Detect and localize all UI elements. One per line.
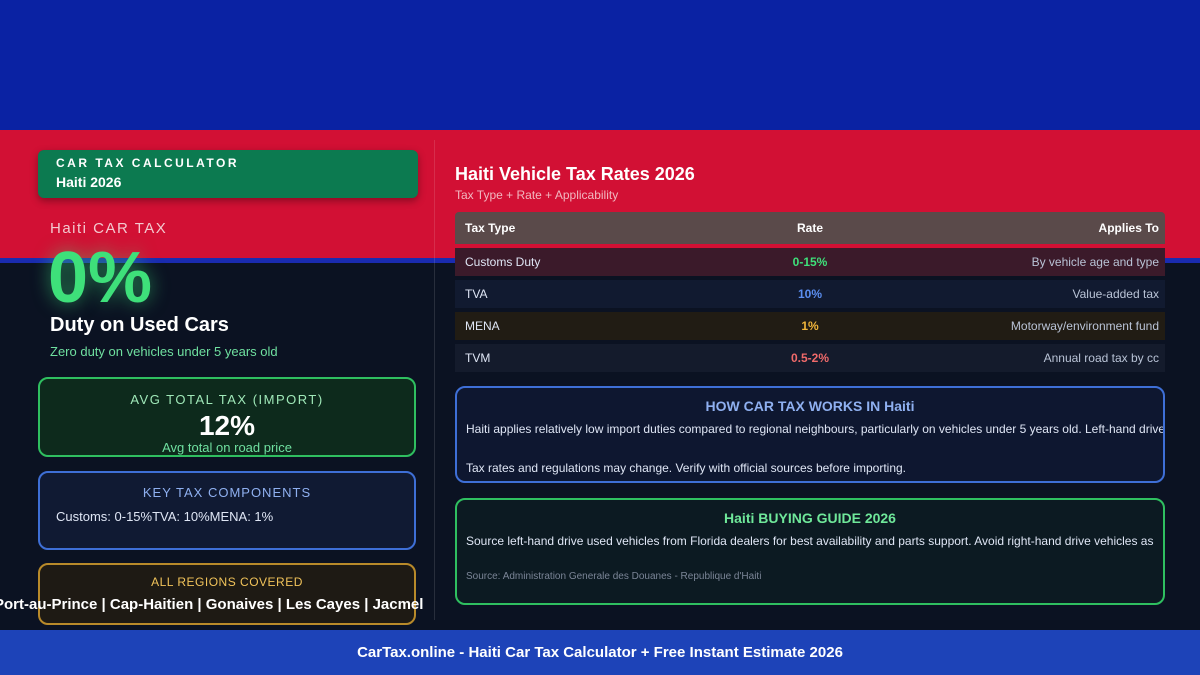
avg-tax-card: AVG TOTAL TAX (IMPORT) 12% Avg total on … [38, 377, 416, 457]
cell-rate: 10% [797, 287, 823, 301]
hero-subline: Zero duty on vehicles under 5 years old [50, 344, 278, 359]
cell-tax-type: MENA [465, 319, 500, 333]
cell-rate: 0-15% [792, 255, 828, 269]
header-rate: Rate [796, 221, 823, 235]
avg-tax-title: AVG TOTAL TAX (IMPORT) [130, 392, 324, 407]
column-divider [434, 140, 435, 620]
buying-guide-text: Source left-hand drive used vehicles fro… [466, 534, 1154, 548]
cell-rate: 1% [801, 319, 819, 333]
table-row: TVA 10% Value-added tax [455, 280, 1165, 308]
badge-subtitle: Haiti 2026 [56, 174, 122, 190]
tax-rates-table: Tax Type Rate Applies To Customs Duty 0-… [455, 212, 1165, 372]
tax-components-title: KEY TAX COMPONENTS [142, 485, 312, 500]
how-it-works-panel: HOW CAR TAX WORKS IN Haiti Haiti applies… [455, 386, 1165, 483]
duty-percentage: 0% [48, 238, 153, 318]
regions-city-list: Port-au-Prince | Cap-Haitien | Gonaives … [0, 596, 424, 613]
table-row: Customs Duty 0-15% By vehicle age and ty… [455, 248, 1165, 276]
tax-components-body: Customs: 0-15%TVA: 10%MENA: 1% [56, 509, 274, 524]
how-it-works-title: HOW CAR TAX WORKS IN Haiti [705, 398, 915, 414]
table-header: Tax Type Rate Applies To [455, 212, 1165, 244]
regions-title: ALL REGIONS COVERED [151, 575, 303, 589]
calculator-badge: CAR TAX CALCULATOR Haiti 2026 [38, 150, 418, 198]
rates-title: Haiti Vehicle Tax Rates 2026 [455, 164, 695, 184]
flag-blue-band [0, 0, 1200, 130]
cell-rate: 0.5-2% [790, 351, 830, 365]
rates-subtitle: Tax Type + Rate + Applicability [455, 188, 619, 202]
footer-banner[interactable]: CarTax.online - Haiti Car Tax Calculator… [0, 630, 1200, 675]
hero-headline: Duty on Used Cars [50, 314, 229, 336]
regions-card: ALL REGIONS COVERED [38, 563, 416, 625]
cell-tax-type: TVA [465, 287, 488, 301]
table-row: TVM 0.5-2% Annual road tax by cc [455, 344, 1165, 372]
buying-guide-source: Source: Administration Generale des Doua… [466, 571, 762, 582]
buying-guide-panel: Haiti BUYING GUIDE 2026 Source left-hand… [455, 498, 1165, 605]
table-row: MENA 1% Motorway/environment fund [455, 312, 1165, 340]
cell-applies-to: Annual road tax by cc [1043, 351, 1159, 365]
cell-applies-to: By vehicle age and type [1031, 255, 1159, 269]
country-label: Haiti CAR TAX [50, 220, 168, 237]
cell-tax-type: Customs Duty [465, 255, 541, 269]
buying-guide-title: Haiti BUYING GUIDE 2026 [724, 510, 896, 526]
badge-label: CAR TAX CALCULATOR [56, 156, 239, 170]
how-it-works-text: Haiti applies relatively low import duti… [466, 422, 1165, 436]
cell-tax-type: TVM [465, 351, 491, 365]
cell-applies-to: Motorway/environment fund [1010, 319, 1159, 333]
header-tax-type: Tax Type [465, 221, 516, 235]
avg-tax-note: Avg total on road price [162, 440, 292, 455]
header-applies-to: Applies To [1098, 221, 1159, 235]
how-it-works-disclaimer: Tax rates and regulations may change. Ve… [466, 461, 907, 475]
avg-tax-value: 12% [198, 410, 256, 441]
tax-components-card: KEY TAX COMPONENTS Customs: 0-15%TVA: 10… [38, 471, 416, 550]
cell-applies-to: Value-added tax [1072, 287, 1159, 301]
